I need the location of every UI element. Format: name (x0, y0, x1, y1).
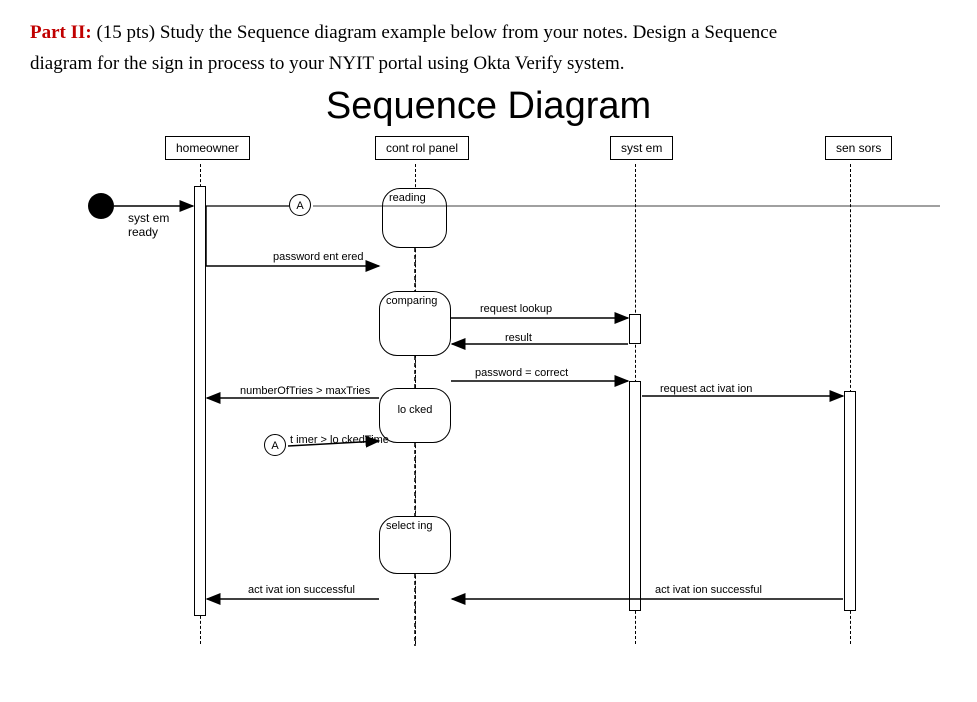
state-selecting-label: select ing (386, 520, 432, 532)
participant-homeowner: homeowner (165, 136, 250, 160)
participant-system: syst em (610, 136, 673, 160)
msg-number-tries: numberOfTries > maxTries (240, 385, 370, 397)
msg-request-lookup: request lookup (480, 303, 552, 315)
start-node (88, 193, 114, 219)
msg-result: result (505, 332, 532, 344)
participant-controlpanel: cont rol panel (375, 136, 469, 160)
participant-sensors: sen sors (825, 136, 892, 160)
part-points: (15 pts) (96, 22, 155, 43)
system-ready-note: syst em ready (128, 211, 169, 239)
msg-activation-successful-1: act ivat ion successful (248, 584, 355, 596)
msg-timer-locked: t imer > lo ckedTime (290, 434, 389, 446)
connector-a-bottom-label: A (271, 440, 278, 452)
msg-activation-successful-2: act ivat ion successful (655, 584, 762, 596)
activation-system-2 (629, 381, 641, 611)
question-text: Part II: (15 pts) Study the Sequence dia… (30, 20, 947, 47)
participant-sensors-label: sen sors (836, 141, 881, 155)
activation-system-1 (629, 314, 641, 344)
state-comparing-label: comparing (386, 295, 437, 307)
activation-sensors (844, 391, 856, 611)
connector-a-top: A (289, 194, 311, 216)
question-line1: Study the Sequence diagram example below… (160, 22, 777, 43)
state-reading-label: reading (389, 192, 426, 204)
note-line2: ready (128, 225, 158, 239)
state-comparing: comparing (379, 291, 451, 356)
connector-a-top-label: A (296, 200, 303, 212)
participant-homeowner-label: homeowner (176, 141, 239, 155)
participant-system-label: syst em (621, 141, 662, 155)
msg-password-correct: password = correct (475, 367, 568, 379)
state-selecting: select ing (379, 516, 451, 574)
msg-request-activation: request act ivat ion (660, 383, 752, 395)
connector-a-bottom: A (264, 434, 286, 456)
activation-homeowner (194, 186, 206, 616)
note-line1: syst em (128, 211, 169, 225)
sequence-diagram: homeowner cont rol panel syst em sen sor… (30, 136, 947, 656)
msg-password-entered: password ent ered (273, 251, 364, 263)
state-reading: reading (382, 188, 447, 248)
diagram-title: Sequence Diagram (30, 85, 947, 128)
part-label: Part II: (30, 22, 92, 43)
state-locked: lo cked (379, 388, 451, 443)
participant-controlpanel-label: cont rol panel (386, 141, 458, 155)
state-locked-label: lo cked (398, 404, 433, 416)
question-line2: diagram for the sign in process to your … (30, 51, 947, 78)
